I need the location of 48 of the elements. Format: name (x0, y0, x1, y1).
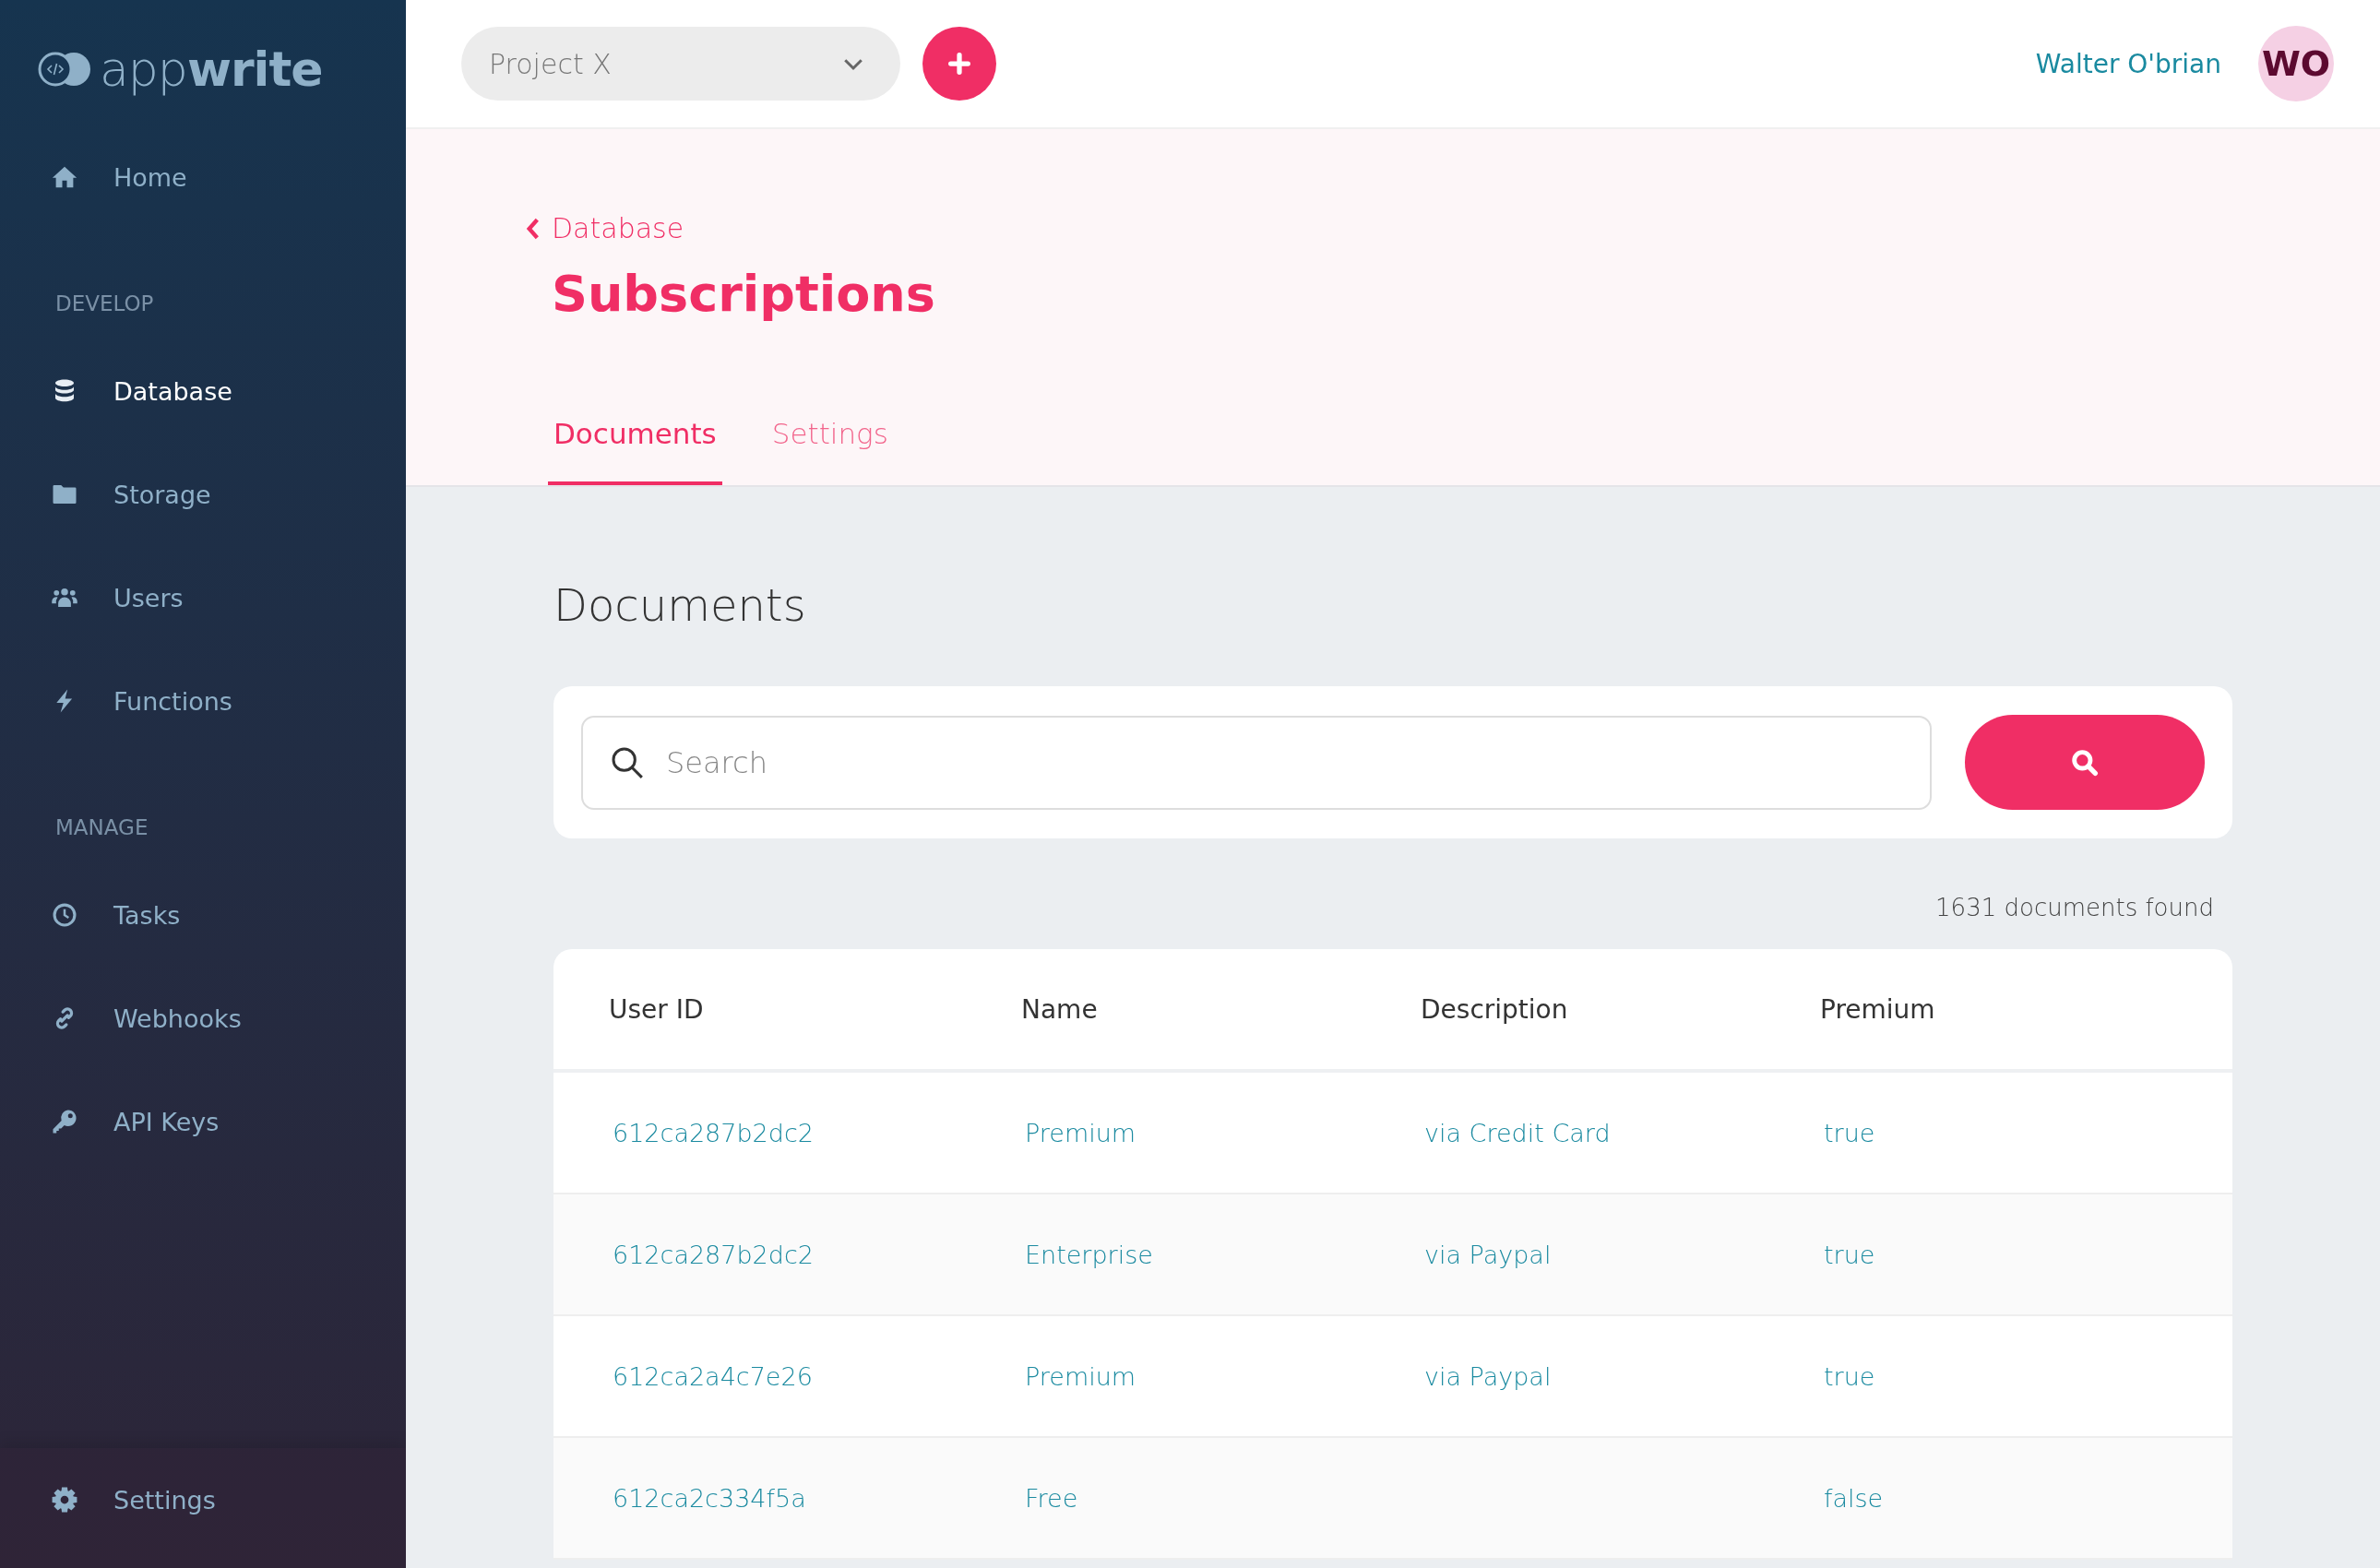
results-count: 1631 documents found (1935, 894, 2214, 921)
user-name-link[interactable]: Walter O'brian (2035, 48, 2221, 79)
nav-item[interactable]: Webhooks (0, 967, 242, 1070)
table-cell: 612ca287b2dc2 (613, 1118, 814, 1147)
column-header: Name (1021, 993, 1099, 1025)
project-dropdown[interactable]: Project X (461, 27, 900, 101)
table-cell: 612ca2c334f5a (613, 1483, 806, 1513)
section-heading: MANAGE (54, 814, 149, 841)
search-field[interactable]: Search (581, 715, 1932, 810)
table-cell: 612ca287b2dc2 (613, 1240, 814, 1269)
logo-icon (37, 51, 92, 88)
nav-item[interactable]: Users (0, 546, 184, 649)
page-title: Subscriptions (552, 265, 936, 325)
table-cell: Premium (1025, 1361, 1136, 1391)
table-cell: Premium (1025, 1118, 1136, 1147)
nav-item[interactable]: API Keys (0, 1070, 220, 1173)
table-cell: false (1824, 1483, 1884, 1513)
nav-item[interactable]: Functions (0, 649, 232, 753)
column-header: Description (1421, 993, 1569, 1025)
section-title: Documents (553, 579, 807, 631)
key-icon (51, 1108, 78, 1135)
tab[interactable]: Documents (548, 417, 722, 485)
column-header: Premium (1820, 993, 1936, 1025)
nav-item[interactable]: Home (0, 125, 187, 229)
table-cell: true (1824, 1118, 1875, 1147)
column-header: User ID (609, 993, 705, 1025)
table-cell: 612ca2a4c7e26 (613, 1361, 813, 1391)
nav-item[interactable]: Database (0, 339, 232, 443)
section-heading: DEVELOP (54, 291, 155, 317)
table-row[interactable]: 612ca287b2dc2 Enterprise via Paypal true (553, 1194, 2232, 1316)
plus-icon (946, 51, 972, 77)
back-link[interactable]: Database (526, 212, 684, 244)
settings-icon (51, 1486, 78, 1514)
table-cell: via Paypal (1424, 1361, 1552, 1391)
nav-item[interactable]: Tasks (0, 863, 181, 967)
table-cell: via Credit Card (1424, 1118, 1611, 1147)
table-cell: true (1824, 1240, 1875, 1269)
search-icon (2070, 747, 2100, 778)
user-avatar[interactable]: WO (2258, 26, 2334, 101)
nav-item[interactable]: Storage (0, 443, 211, 546)
nav-item[interactable]: Settings (0, 1448, 216, 1551)
clock-icon (51, 901, 78, 929)
table-cell: Free (1025, 1483, 1078, 1513)
table-cell: Enterprise (1025, 1240, 1153, 1269)
table-cell: via Paypal (1424, 1240, 1552, 1269)
table-cell: true (1824, 1361, 1875, 1391)
chevron-left-icon (526, 216, 541, 241)
table-row[interactable]: 612ca2c334f5a Free false (553, 1438, 2232, 1560)
